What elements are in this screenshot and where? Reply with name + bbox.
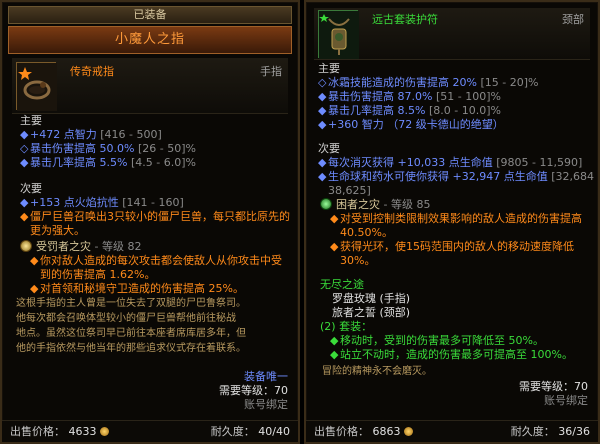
item-footer: 出售价格： 4633 耐久度： 40/40 <box>2 420 298 442</box>
primary-affix: ◆ 暴击几率提高 8.5% [8.0 - 10.0]% <box>318 104 501 117</box>
flavor-text: 这根手指的主人曾是一位失去了双腿的尸巴鲁祭司。 他每次都会召唤体型较小的僵尸巨兽… <box>16 298 246 354</box>
item-slot: 手指 <box>260 65 282 78</box>
secondary-affix: ◆ 每次消灭获得 +10,033 点生命值 [9805 - 11,590] <box>318 156 583 169</box>
account-bound: 账号绑定 <box>244 398 288 411</box>
primary-label: 主要 <box>20 114 42 127</box>
gem-effect: ◆ 获得光环，使15码范围内的敌人的移动速度降低 <box>330 240 574 253</box>
durability: 耐久度： 40/40 <box>210 425 290 438</box>
legendary-gem: 困者之灾 - 等级 85 ◆ 对受到控制类限制效果影响的敌人造成的伤害提高 40.… <box>320 198 588 268</box>
primary-label: 主要 <box>318 62 340 75</box>
sell-price: 出售价格： 4633 <box>10 425 109 439</box>
primary-affix: ◆ +360 智力 （72 级卡德山的绝望） <box>318 118 504 131</box>
ring-icon <box>16 62 57 111</box>
secondary-stats: 次要 ◆ 每次消灭获得 +10,033 点生命值 [9805 - 11,590] … <box>318 142 600 198</box>
durability: 耐久度： 36/36 <box>510 425 590 438</box>
item-header: 远古套装护符 颈部 <box>314 8 590 60</box>
gem-effect-cont: 30%。 <box>340 254 376 267</box>
primary-affix: ◇ 冰霜技能造成的伤害提高 20% [15 - 20]% <box>318 76 539 89</box>
secondary-affix: ◆ 生命球和药水可使你获得 +32,947 点生命值 [32,684 - <box>318 170 600 183</box>
item-name-title: 小魔人之指 <box>8 26 292 54</box>
primary-affix: ◆ 暴击几率提高 5.5% [4.5 - 6.0]% <box>20 156 196 169</box>
level-requirement: 需要等级：70 <box>219 384 288 397</box>
item-requirements: 装备唯一 需要等级：70 账号绑定 <box>219 370 288 412</box>
legendary-gem: 受罚者之灾 - 等级 82 ◆ 你对敌人造成的每次攻击都会使敌人从你攻击中受 到的… <box>20 240 288 296</box>
set-name: 无尽之途 <box>320 278 364 291</box>
gem-icon <box>320 198 332 210</box>
gem-header: 受罚者之灾 - 等级 82 <box>20 240 288 254</box>
primary-affix: ◇ 暴击伤害提高 50.0% [26 - 50]% <box>20 142 196 155</box>
flavor-text: 冒险的精神永不会磨灭。 <box>322 366 432 377</box>
compared-item-tooltip: 远古套装护符 颈部 主要 ◇ 冰霜技能造成的伤害提高 20% [15 - 20]%… <box>304 0 600 444</box>
secondary-affix-cont: 38,625] <box>328 184 371 197</box>
set-bonus-label: (2) 套装： <box>320 320 373 333</box>
gem-effect-cont: 40.50%。 <box>340 226 393 239</box>
gem-effect: ◆ 你对敌人造成的每次攻击都会使敌人从你攻击中受 <box>30 254 282 267</box>
item-type: 远古套装护符 <box>372 13 438 26</box>
gem-effect-cont: 到的伤害提高 1.62%。 <box>40 268 156 281</box>
primary-affix: ◆ 暴击伤害提高 87.0% [51 - 100]% <box>318 90 501 103</box>
amulet-icon <box>318 10 359 59</box>
item-requirements: 需要等级：70 账号绑定 <box>519 380 588 408</box>
item-slot: 颈部 <box>562 13 584 26</box>
item-header: 传奇戒指 手指 <box>12 58 288 114</box>
gold-coin-icon <box>99 427 109 436</box>
set-item: 旅者之誓 (颈部) <box>332 306 411 319</box>
secondary-label: 次要 <box>318 142 340 155</box>
account-bound: 账号绑定 <box>544 394 588 407</box>
item-stats: 主要 ◆ +472 点智力 [416 - 500] ◇ 暴击伤害提高 50.0% [… <box>20 114 288 170</box>
gem-effect: ◆ 对受到控制类限制效果影响的敌人造成的伤害提高 <box>330 212 582 225</box>
gem-header: 困者之灾 - 等级 85 <box>320 198 588 212</box>
secondary-affix: ◆ +153 点火焰抗性 [141 - 160] <box>20 196 184 209</box>
set-item: 罗盘玫瑰 (手指) <box>332 292 411 305</box>
legendary-power: ◆ 僵尸巨兽召唤出3只较小的僵尸巨兽，每只都比原先的 <box>20 210 290 223</box>
equipped-label: 已装备 <box>8 6 292 24</box>
unique-equipped: 装备唯一 <box>244 370 288 383</box>
set-bonus: ◆ 站立不动时，造成的伤害最多可提高至 100%。 <box>330 348 573 361</box>
item-footer: 出售价格： 6863 耐久度： 36/36 <box>306 420 598 442</box>
sell-price: 出售价格： 6863 <box>314 425 413 439</box>
secondary-stats: 次要 ◆ +153 点火焰抗性 [141 - 160] ◆ 僵尸巨兽召唤出3只较小的… <box>20 182 290 238</box>
primary-affix: ◆ +472 点智力 [416 - 500] <box>20 128 162 141</box>
equipped-item-tooltip: 已装备 小魔人之指 传奇戒指 手指 主要 ◆ +472 点智力 [416 - 50… <box>0 0 300 444</box>
set-info: 无尽之途 罗盘玫瑰 (手指) 旅者之誓 (颈部) (2) 套装： ◆ 移动时，受到… <box>320 278 588 362</box>
item-type: 传奇戒指 <box>70 65 114 78</box>
gem-icon <box>20 240 32 252</box>
gem-effect: ◆ 对首领和秘境守卫造成的伤害提高 25%。 <box>30 282 244 295</box>
set-bonus: ◆ 移动时，受到的伤害最多可降低至 50%。 <box>330 334 544 347</box>
level-requirement: 需要等级：70 <box>519 380 588 393</box>
secondary-label: 次要 <box>20 182 42 195</box>
legendary-power-cont: 更为强大。 <box>30 224 85 237</box>
gold-coin-icon <box>403 427 413 436</box>
item-stats: 主要 ◇ 冰霜技能造成的伤害提高 20% [15 - 20]% ◆ 暴击伤害提高 8… <box>318 62 588 132</box>
